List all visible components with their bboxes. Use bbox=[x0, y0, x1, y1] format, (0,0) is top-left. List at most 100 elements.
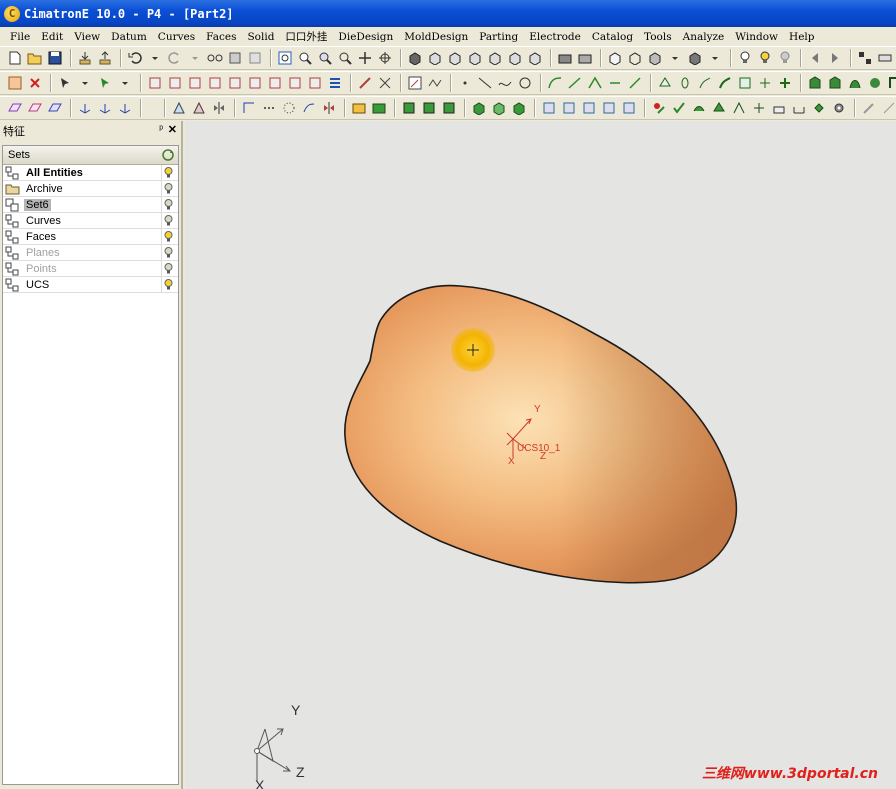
refresh-icon[interactable] bbox=[161, 148, 175, 162]
pencil-icon[interactable] bbox=[860, 100, 877, 117]
arrow-right-icon[interactable] bbox=[826, 50, 843, 67]
electrode-extension-icon[interactable] bbox=[600, 100, 617, 117]
datum-plane-icon[interactable] bbox=[6, 100, 23, 117]
import-icon[interactable] bbox=[76, 50, 93, 67]
solid-hole-icon[interactable] bbox=[866, 75, 883, 92]
set-row-ucs[interactable]: UCS bbox=[3, 277, 178, 293]
redo-icon[interactable] bbox=[166, 50, 183, 67]
chevron-down-icon[interactable] bbox=[76, 75, 93, 92]
cimatron-app-icon[interactable]: C bbox=[4, 5, 20, 22]
electrode-simulation-icon[interactable] bbox=[620, 100, 637, 117]
mirror-icon[interactable] bbox=[206, 75, 223, 92]
filter-icon[interactable] bbox=[96, 75, 113, 92]
electrode-holder-icon[interactable] bbox=[560, 100, 577, 117]
analysis-marker-icon[interactable] bbox=[650, 100, 667, 117]
list-icon[interactable] bbox=[326, 75, 343, 92]
menu-datum[interactable]: Datum bbox=[111, 31, 147, 43]
light-bulb-icon[interactable] bbox=[164, 263, 173, 275]
solid-fillet-icon[interactable] bbox=[886, 75, 896, 92]
points-circle-icon[interactable] bbox=[280, 100, 297, 117]
light-bulb-icon[interactable] bbox=[164, 199, 173, 211]
parting-line-icon[interactable] bbox=[170, 100, 187, 117]
graphics-viewport[interactable]: Y UCS10_1 X Z Y Z X 三维网www.3dportal.cn bbox=[185, 121, 896, 789]
chevron-down-icon[interactable] bbox=[666, 50, 683, 67]
tree-icon[interactable] bbox=[856, 50, 873, 67]
light-bulb-on-icon[interactable] bbox=[164, 167, 173, 179]
rotate-icon[interactable] bbox=[376, 50, 393, 67]
curvature-icon[interactable] bbox=[690, 100, 707, 117]
chevron-down-icon[interactable] bbox=[146, 50, 163, 67]
array-icon[interactable] bbox=[266, 75, 283, 92]
mold-base-icon[interactable] bbox=[350, 100, 367, 117]
select-icon[interactable] bbox=[6, 75, 23, 92]
chevron-down-icon[interactable] bbox=[706, 50, 723, 67]
section-icon[interactable] bbox=[750, 100, 767, 117]
zoom-window-icon[interactable] bbox=[296, 50, 313, 67]
set-row-archive[interactable]: Archive bbox=[3, 181, 178, 197]
camera-settings-icon[interactable] bbox=[576, 50, 593, 67]
shaded-cube-icon[interactable] bbox=[606, 50, 623, 67]
ucs-icon[interactable] bbox=[76, 100, 93, 117]
sets-column-header[interactable]: Sets bbox=[3, 146, 178, 165]
glasses-icon[interactable] bbox=[206, 50, 223, 67]
datum-axis-icon[interactable] bbox=[26, 100, 43, 117]
measure-line-icon[interactable] bbox=[880, 100, 896, 117]
menu-molddesign[interactable]: MoldDesign bbox=[404, 31, 468, 43]
set-row-all-entities[interactable]: All Entities bbox=[3, 165, 178, 181]
menu-view[interactable]: View bbox=[74, 31, 100, 43]
measure-icon[interactable] bbox=[770, 100, 787, 117]
face-delete-icon[interactable] bbox=[440, 100, 457, 117]
ucs-move-icon[interactable] bbox=[96, 100, 113, 117]
light-bulb-icon[interactable] bbox=[164, 247, 173, 259]
set-row-planes[interactable]: Planes bbox=[3, 245, 178, 261]
trim-icon[interactable] bbox=[376, 75, 393, 92]
circle-icon[interactable] bbox=[516, 75, 533, 92]
face-copy-icon[interactable] bbox=[420, 100, 437, 117]
transform-icon[interactable] bbox=[146, 75, 163, 92]
electrode-blank-icon[interactable] bbox=[580, 100, 597, 117]
set-row-curves[interactable]: Curves bbox=[3, 213, 178, 229]
set-row-points[interactable]: Points bbox=[3, 261, 178, 277]
menu-curves[interactable]: Curves bbox=[158, 31, 195, 43]
menu-electrode[interactable]: Electrode bbox=[529, 31, 581, 43]
camera-icon[interactable] bbox=[556, 50, 573, 67]
solid-boolean-icon[interactable] bbox=[510, 100, 527, 117]
sketch-icon[interactable] bbox=[356, 75, 373, 92]
menu-help[interactable]: Help bbox=[789, 31, 814, 43]
menu-window[interactable]: Window bbox=[735, 31, 778, 43]
point-icon[interactable] bbox=[456, 75, 473, 92]
arrow-left-icon[interactable] bbox=[806, 50, 823, 67]
zoom-all-icon[interactable] bbox=[276, 50, 293, 67]
face-select-icon[interactable] bbox=[400, 100, 417, 117]
view-front-icon[interactable] bbox=[426, 50, 443, 67]
rotate-entity-icon[interactable] bbox=[246, 75, 263, 92]
light-bulb-icon[interactable] bbox=[164, 183, 173, 195]
distance-icon[interactable] bbox=[790, 100, 807, 117]
pin-icon[interactable]: ᵖ bbox=[159, 124, 163, 135]
view-left-icon[interactable] bbox=[466, 50, 483, 67]
mirror-plane-icon[interactable] bbox=[210, 100, 227, 117]
ucs-rotate-icon[interactable] bbox=[116, 100, 133, 117]
gear-icon[interactable] bbox=[830, 100, 847, 117]
curve-trim-icon[interactable] bbox=[626, 75, 643, 92]
points-grid-icon[interactable] bbox=[260, 100, 277, 117]
view-top-icon[interactable] bbox=[506, 50, 523, 67]
surface-offset-icon[interactable] bbox=[756, 75, 773, 92]
surface-boundary-icon[interactable] bbox=[656, 75, 673, 92]
ruler-icon[interactable] bbox=[876, 50, 893, 67]
light-bulb-icon[interactable] bbox=[164, 215, 173, 227]
surface-split-icon[interactable] bbox=[776, 75, 793, 92]
electrode-icon[interactable] bbox=[540, 100, 557, 117]
properties-icon[interactable] bbox=[246, 50, 263, 67]
spline-icon[interactable] bbox=[496, 75, 513, 92]
surface-loft-icon[interactable] bbox=[676, 75, 693, 92]
view-back-icon[interactable] bbox=[446, 50, 463, 67]
mold-insert-icon[interactable] bbox=[370, 100, 387, 117]
render-mode-icon[interactable] bbox=[646, 50, 663, 67]
menu-analyze[interactable]: Analyze bbox=[683, 31, 725, 43]
set-row-faces[interactable]: Faces bbox=[3, 229, 178, 245]
compare-icon[interactable] bbox=[810, 100, 827, 117]
draft-icon[interactable] bbox=[240, 100, 257, 117]
draft-analysis-icon[interactable] bbox=[730, 100, 747, 117]
check-icon[interactable] bbox=[670, 100, 687, 117]
